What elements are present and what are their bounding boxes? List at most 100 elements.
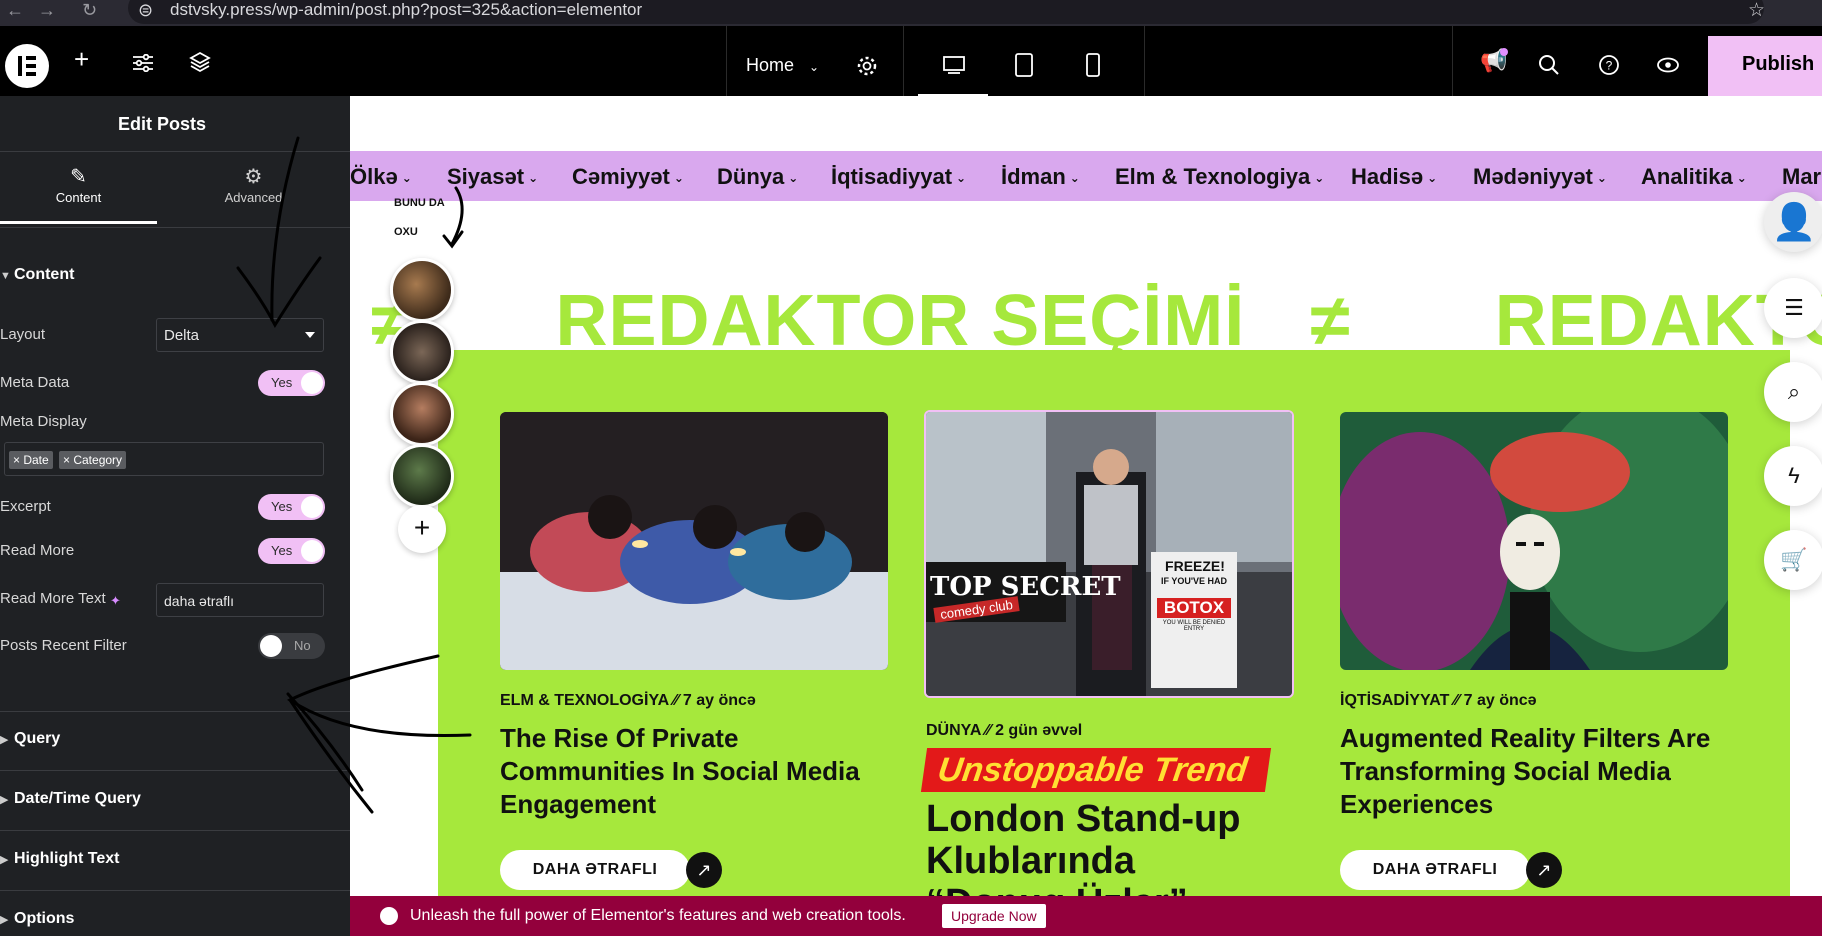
- post-category[interactable]: DÜNYA: [926, 722, 981, 739]
- post-image[interactable]: TOP SECRET comedy club FREEZE! IF YOU'VE…: [924, 410, 1294, 698]
- add-element-icon[interactable]: +: [74, 44, 89, 75]
- caret-right-icon: ▶: [0, 734, 9, 746]
- post-image-art: [1340, 412, 1728, 670]
- divider: [0, 830, 350, 831]
- menu-item-hadise[interactable]: Hadisə ⌄: [1351, 164, 1437, 190]
- back-icon[interactable]: ←: [6, 0, 24, 21]
- story-thumbnail[interactable]: [390, 444, 454, 508]
- post-image-art: [500, 412, 888, 670]
- menu-item-olke[interactable]: Ölkə ⌄: [350, 164, 412, 190]
- post-category[interactable]: İQTİSADİYYAT: [1340, 692, 1449, 709]
- caret-right-icon: ▶: [0, 854, 9, 866]
- tablet-view-icon[interactable]: [1014, 53, 1034, 77]
- upgrade-message: Unleash the full power of Elementor's fe…: [410, 907, 906, 924]
- read-more-toggle[interactable]: Yes: [258, 538, 325, 564]
- meta-tag-category[interactable]: × Category: [59, 451, 127, 469]
- arrow-up-right-icon: ↗: [686, 852, 722, 888]
- reload-icon[interactable]: ↻: [82, 0, 97, 21]
- upgrade-now-button[interactable]: Upgrade Now: [942, 904, 1046, 928]
- section-content-header[interactable]: ▼ Content: [0, 266, 74, 284]
- menu-item-siyaset[interactable]: Siyasət ⌄: [447, 164, 538, 190]
- meta-tag-date-label: Date: [23, 453, 49, 467]
- menu-item-dunya[interactable]: Dünya ⌄: [717, 164, 798, 190]
- post-image[interactable]: [500, 412, 888, 670]
- section-highlight-header[interactable]: ▶ Highlight Text: [0, 850, 119, 868]
- lightning-icon[interactable]: ϟ: [1764, 446, 1822, 506]
- chevron-down-icon: ⌄: [1069, 171, 1080, 186]
- post-image[interactable]: [1340, 412, 1728, 670]
- chevron-down-icon: ⌄: [956, 171, 967, 186]
- chevron-down-icon: ⌄: [401, 171, 412, 186]
- publish-button[interactable]: Publish: [1708, 36, 1822, 96]
- add-story-plus-icon[interactable]: +: [398, 505, 446, 553]
- desktop-view-icon[interactable]: [942, 55, 966, 75]
- menu-item-mar[interactable]: Mar: [1782, 164, 1821, 190]
- meta-data-label: Meta Data: [0, 374, 70, 391]
- search-icon[interactable]: [1538, 54, 1560, 76]
- meta-tag-category-label: Category: [73, 453, 123, 467]
- section-query-header[interactable]: ▶ Query: [0, 730, 60, 748]
- meta-tag-date[interactable]: × Date: [9, 451, 53, 469]
- menu-item-medeniyyet[interactable]: Mədəniyyət ⌄: [1473, 164, 1607, 190]
- help-icon[interactable]: ?: [1598, 54, 1620, 76]
- tab-advanced-label: Advanced: [224, 190, 283, 205]
- caret-right-icon: ▶: [0, 794, 9, 806]
- svg-text:?: ?: [1606, 59, 1613, 73]
- post-category[interactable]: ELM & TEXNOLOGİYA: [500, 692, 669, 709]
- highlight-badge: Unstoppable Trend: [920, 748, 1272, 792]
- story-thumbnail[interactable]: [390, 258, 454, 322]
- chevron-down-icon: ⌄: [1314, 171, 1325, 186]
- ai-sparkle-icon[interactable]: ✦: [110, 593, 121, 609]
- meta-display-label: Meta Display: [0, 413, 87, 430]
- url-text: dstvsky.press/wp-admin/post.php?post=325…: [170, 0, 643, 19]
- read-more-button-label: DAHA ƏTRAFLI: [1340, 850, 1530, 890]
- divider: [0, 890, 350, 891]
- menu-item-analitika[interactable]: Analitika ⌄: [1641, 164, 1747, 190]
- layout-select[interactable]: Delta: [156, 318, 324, 352]
- read-more-button[interactable]: DAHA ƏTRAFLI ↗: [500, 850, 722, 890]
- arrow-up-right-icon: ↗: [1526, 852, 1562, 888]
- chevron-down-icon: ⌄: [1736, 171, 1747, 186]
- pencil-icon: ✎: [70, 166, 87, 188]
- structure-layers-icon[interactable]: [189, 51, 211, 73]
- post-image-art: [926, 412, 1292, 696]
- preview-canvas: Ölkə ⌄ Siyasət ⌄ Cəmiyyət ⌄ Dünya ⌄ İqtisadi…: [350, 96, 1822, 936]
- menu-item-idman[interactable]: İdman ⌄: [1001, 164, 1080, 190]
- section-options-header[interactable]: ▶ Options: [0, 910, 74, 928]
- forward-icon[interactable]: →: [38, 0, 56, 21]
- read-more-toggle-value: Yes: [271, 543, 293, 558]
- bookmark-star-icon[interactable]: ☆: [1748, 0, 1765, 22]
- excerpt-toggle[interactable]: Yes: [258, 494, 325, 520]
- page-selector[interactable]: Home ⌄: [746, 55, 819, 76]
- read-more-button[interactable]: DAHA ƏTRAFLI ↗: [1340, 850, 1562, 890]
- page-settings-gear-icon[interactable]: [856, 55, 878, 77]
- post-title[interactable]: Augmented Reality Filters Are Transformi…: [1340, 722, 1730, 821]
- menu-item-cemiyyet[interactable]: Cəmiyyət ⌄: [572, 164, 684, 190]
- recent-filter-toggle[interactable]: No: [258, 633, 325, 659]
- preview-eye-icon[interactable]: [1656, 56, 1680, 74]
- excerpt-label: Excerpt: [0, 498, 51, 515]
- meta-data-toggle[interactable]: Yes: [258, 370, 325, 396]
- menu-item-elm-texnologiya[interactable]: Elm & Texnologiya ⌄: [1115, 164, 1324, 190]
- read-more-text-input[interactable]: daha ətraflı: [156, 583, 324, 617]
- chevron-down-icon: ⌄: [788, 171, 799, 186]
- site-info-icon[interactable]: ⊜: [138, 0, 153, 21]
- cart-icon[interactable]: 🛒: [1764, 530, 1822, 590]
- mobile-view-icon[interactable]: [1084, 53, 1102, 77]
- tab-content[interactable]: ✎ Content: [0, 144, 157, 224]
- elementor-logo-icon[interactable]: [5, 44, 49, 88]
- menu-item-iqtisadiyyat[interactable]: İqtisadiyyat ⌄: [831, 164, 966, 190]
- user-avatar-icon[interactable]: 👤: [1764, 192, 1822, 252]
- story-thumbnail[interactable]: [390, 382, 454, 446]
- gear-icon: ⚙: [244, 166, 263, 188]
- toggle-knob: [301, 372, 323, 394]
- post-title[interactable]: The Rise Of Private Communities In Socia…: [500, 722, 890, 821]
- story-thumbnail[interactable]: [390, 320, 454, 384]
- menu-hamburger-icon[interactable]: ☰: [1764, 278, 1822, 338]
- tab-advanced[interactable]: ⚙ Advanced: [175, 144, 332, 224]
- search-icon[interactable]: ⌕: [1764, 362, 1822, 422]
- section-datetime-header[interactable]: ▶ Date/Time Query: [0, 790, 141, 808]
- meta-display-select[interactable]: × Date × Category: [4, 442, 324, 476]
- post-meta: İQTİSADİYYAT ⁄⁄ 7 ay öncə: [1340, 692, 1537, 710]
- site-settings-icon[interactable]: [132, 54, 154, 72]
